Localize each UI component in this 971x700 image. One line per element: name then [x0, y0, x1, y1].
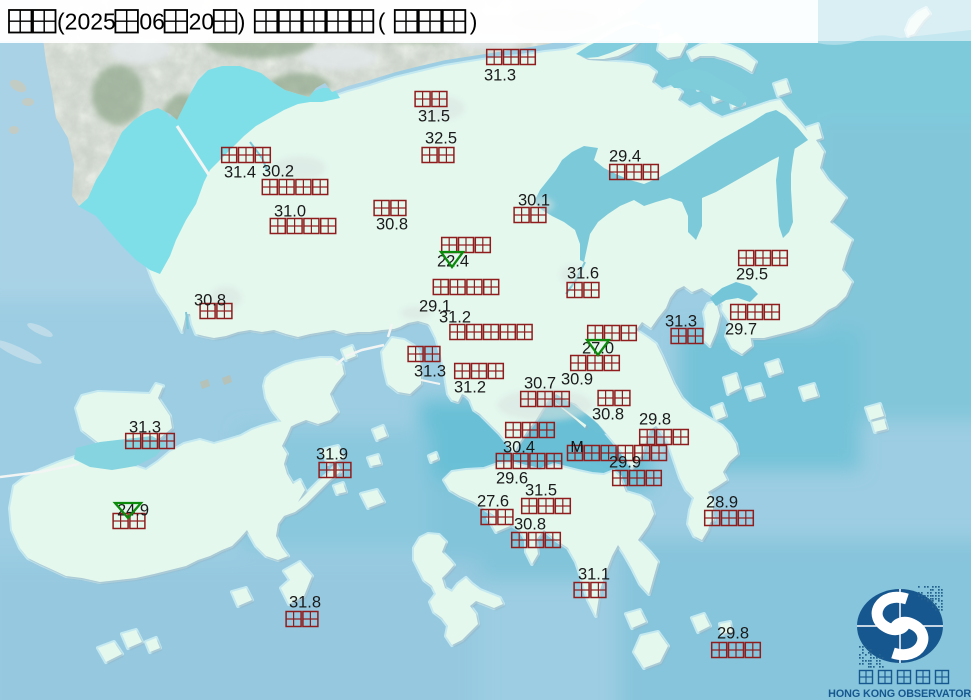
svg-text:HONG KONG OBSERVATORY: HONG KONG OBSERVATORY — [828, 688, 971, 700]
svg-text:29.8: 29.8 — [717, 625, 749, 643]
svg-text:06: 06 — [139, 9, 165, 35]
svg-text:28.9: 28.9 — [706, 494, 738, 512]
svg-text:20: 20 — [189, 9, 215, 35]
svg-text:30.7: 30.7 — [524, 375, 556, 393]
svg-text:29.6: 29.6 — [496, 470, 528, 488]
svg-text:31.3: 31.3 — [665, 313, 697, 331]
svg-text:32.5: 32.5 — [425, 130, 457, 148]
svg-text:29.7: 29.7 — [725, 321, 757, 339]
svg-text:31.3: 31.3 — [129, 419, 161, 437]
svg-text:30.9: 30.9 — [561, 371, 593, 389]
svg-text:31.2: 31.2 — [439, 309, 471, 327]
svg-text:31.9: 31.9 — [316, 446, 348, 464]
svg-text:30.8: 30.8 — [376, 216, 408, 234]
svg-text:): ) — [470, 9, 478, 35]
svg-text:31.0: 31.0 — [274, 203, 306, 221]
svg-text:31.3: 31.3 — [484, 67, 516, 85]
svg-text:29.4: 29.4 — [609, 148, 641, 166]
svg-text:31.8: 31.8 — [289, 594, 321, 612]
svg-text:(2025: (2025 — [57, 9, 116, 35]
svg-text:30.2: 30.2 — [262, 163, 294, 181]
svg-text:30.8: 30.8 — [592, 406, 624, 424]
svg-text:29.8: 29.8 — [639, 411, 671, 429]
svg-text:31.6: 31.6 — [567, 265, 599, 283]
svg-text:31.5: 31.5 — [418, 108, 450, 126]
svg-text:M: M — [570, 439, 583, 456]
svg-text:30.8: 30.8 — [194, 292, 226, 310]
svg-text:31.2: 31.2 — [454, 379, 486, 397]
svg-text:30.8: 30.8 — [514, 516, 546, 534]
svg-text:27.6: 27.6 — [477, 493, 509, 511]
svg-text:(: ( — [378, 9, 386, 35]
svg-text:31.1: 31.1 — [578, 566, 610, 584]
svg-text:22.4: 22.4 — [437, 253, 469, 271]
svg-text:30.1: 30.1 — [518, 192, 550, 210]
svg-text:29.5: 29.5 — [736, 266, 768, 284]
svg-text:29.9: 29.9 — [609, 454, 641, 472]
svg-text:): ) — [238, 9, 246, 35]
svg-text:31.4: 31.4 — [224, 164, 256, 182]
svg-text:31.5: 31.5 — [525, 482, 557, 500]
svg-text:31.3: 31.3 — [414, 363, 446, 381]
